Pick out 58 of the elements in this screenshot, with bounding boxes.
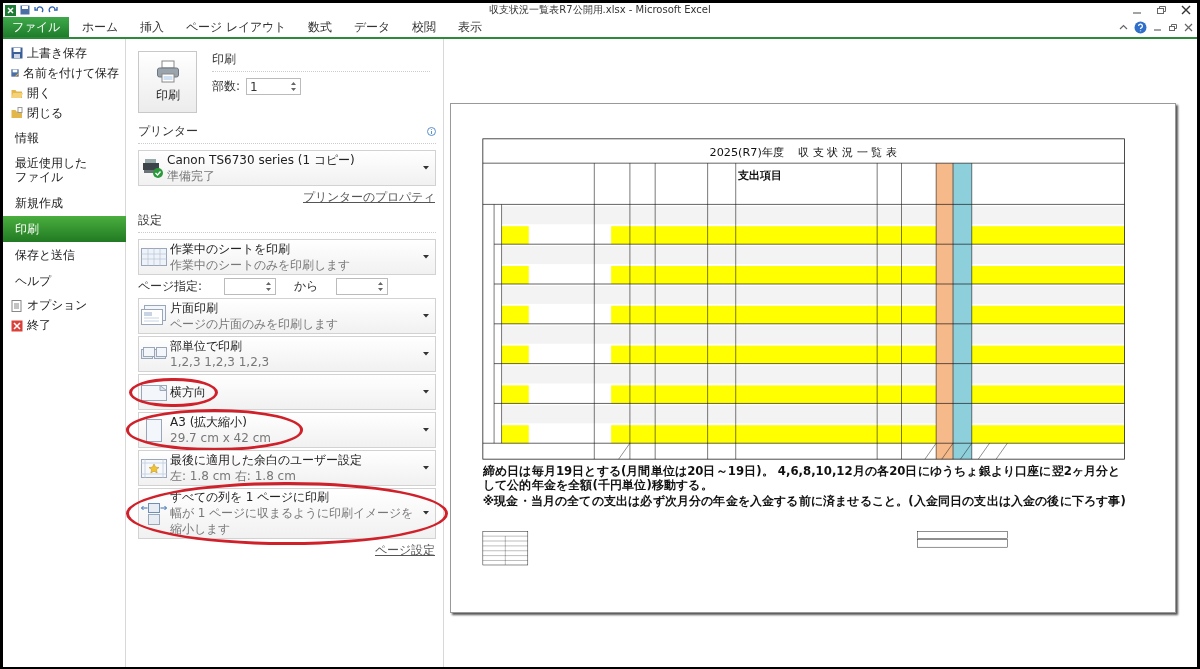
- nav-item[interactable]: 情報: [3, 125, 125, 151]
- nav-item[interactable]: 最近使用したファイル: [3, 151, 103, 190]
- setting-dropdown[interactable]: 最後に適用した余白のユーザー設定 左: 1.8 cm 右: 1.8 cm: [138, 450, 436, 486]
- setting-title: 横方向: [170, 383, 206, 401]
- setting-subtitle: 作業中のシートのみを印刷します: [170, 257, 350, 274]
- printer-name: Canon TS6730 series (1 コピー): [167, 151, 355, 168]
- nav-item[interactable]: 終了: [3, 315, 125, 336]
- page-range-label: ページ指定:: [138, 278, 204, 295]
- page-setup-link[interactable]: ページ設定: [375, 541, 435, 559]
- to-label: から: [293, 278, 319, 295]
- note-text: 締め日は毎月19日とする(月間単位は20日～19日)。 4,6,8,10,12月の各20日にゆうちょ銀より口座に翌2ヶ月分として公的年金を全額(千円単位)移動する。: [482, 463, 1122, 492]
- setting-dropdown[interactable]: A3 (拡大縮小) 29.7 cm x 42 cm: [138, 412, 436, 448]
- setting-subtitle: 幅が 1 ページに収まるように印刷イメージを縮小します: [170, 505, 415, 538]
- setting-subtitle: 左: 1.8 cm 右: 1.8 cm: [170, 468, 297, 485]
- nav-item[interactable]: 名前を付けて保存: [3, 63, 125, 83]
- setting-title: すべての列を 1 ページに印刷: [170, 489, 331, 506]
- setting-dropdown[interactable]: 部単位で印刷 1,2,3 1,2,3 1,2,3: [138, 336, 436, 372]
- note-text: ※現金・当月の全ての支出は必ず次月分の年金を入金する前に済ませること。(入金同日の支出は入金の後に下ろす事): [482, 493, 1127, 508]
- nav-item[interactable]: 新規作成: [3, 189, 125, 216]
- nav-item[interactable]: 開く: [3, 83, 125, 103]
- ribbon-tab[interactable]: データ: [344, 17, 399, 37]
- setting-title: 作業中のシートを印刷: [170, 240, 291, 257]
- spin-field[interactable]: 1: [246, 78, 302, 95]
- window-title: 収支状況一覧表R7公開用.xlsx - Microsoft Excel: [489, 3, 711, 17]
- section-heading: 設定: [138, 212, 162, 229]
- ribbon-tab[interactable]: 校閲: [402, 17, 445, 37]
- nav-item[interactable]: 上書き保存: [3, 43, 125, 63]
- section-heading: 印刷: [212, 51, 430, 72]
- setting-dropdown[interactable]: 横方向: [138, 374, 436, 410]
- setting-title: 部単位で印刷: [170, 337, 243, 354]
- setting-dropdown[interactable]: 作業中のシートを印刷 作業中のシートのみを印刷します: [138, 239, 436, 275]
- setting-subtitle: ページの片面のみを印刷します: [170, 316, 338, 333]
- setting-dropdown[interactable]: すべての列を 1 ページに印刷 幅が 1 ページに収まるように印刷イメージを縮小します: [138, 488, 436, 539]
- printer-status: 準備完了: [167, 168, 216, 185]
- ribbon-tab[interactable]: ページ レイアウト: [177, 17, 295, 37]
- ribbon-tab[interactable]: 挿入: [131, 17, 173, 37]
- nav-item[interactable]: オプション: [3, 295, 125, 316]
- column-header: 支出項目: [738, 169, 783, 183]
- nav-item[interactable]: 印刷: [3, 215, 126, 242]
- ribbon-tab[interactable]: 数式: [298, 17, 341, 37]
- section-heading: プリンター: [138, 123, 198, 140]
- setting-subtitle: 29.7 cm x 42 cm: [170, 430, 271, 447]
- printer-properties-link[interactable]: プリンターのプロパティ: [303, 189, 435, 206]
- print-button[interactable]: 印刷: [138, 51, 197, 113]
- copies-label: 部数:: [212, 78, 241, 95]
- ribbon-tab[interactable]: ホーム: [73, 17, 127, 37]
- setting-title: 片面印刷: [170, 299, 219, 316]
- nav-item[interactable]: 閉じる: [3, 103, 125, 123]
- ribbon-tab[interactable]: ファイル: [3, 17, 69, 37]
- sheet-title: 2025(R7)年度 収 支 状 況 一 覧 表: [709, 145, 897, 159]
- setting-dropdown[interactable]: 片面印刷 ページの片面のみを印刷します: [138, 298, 436, 334]
- nav-item[interactable]: 保存と送信: [3, 241, 125, 268]
- printer-dropdown[interactable]: Canon TS6730 series (1 コピー) 準備完了: [138, 150, 436, 186]
- setting-subtitle: 1,2,3 1,2,3 1,2,3: [170, 354, 270, 371]
- nav-item[interactable]: ヘルプ: [3, 267, 125, 294]
- ribbon-tab[interactable]: 表示: [448, 17, 491, 37]
- setting-title: 最後に適用した余白のユーザー設定: [170, 451, 362, 468]
- setting-title: A3 (拡大縮小): [170, 413, 249, 430]
